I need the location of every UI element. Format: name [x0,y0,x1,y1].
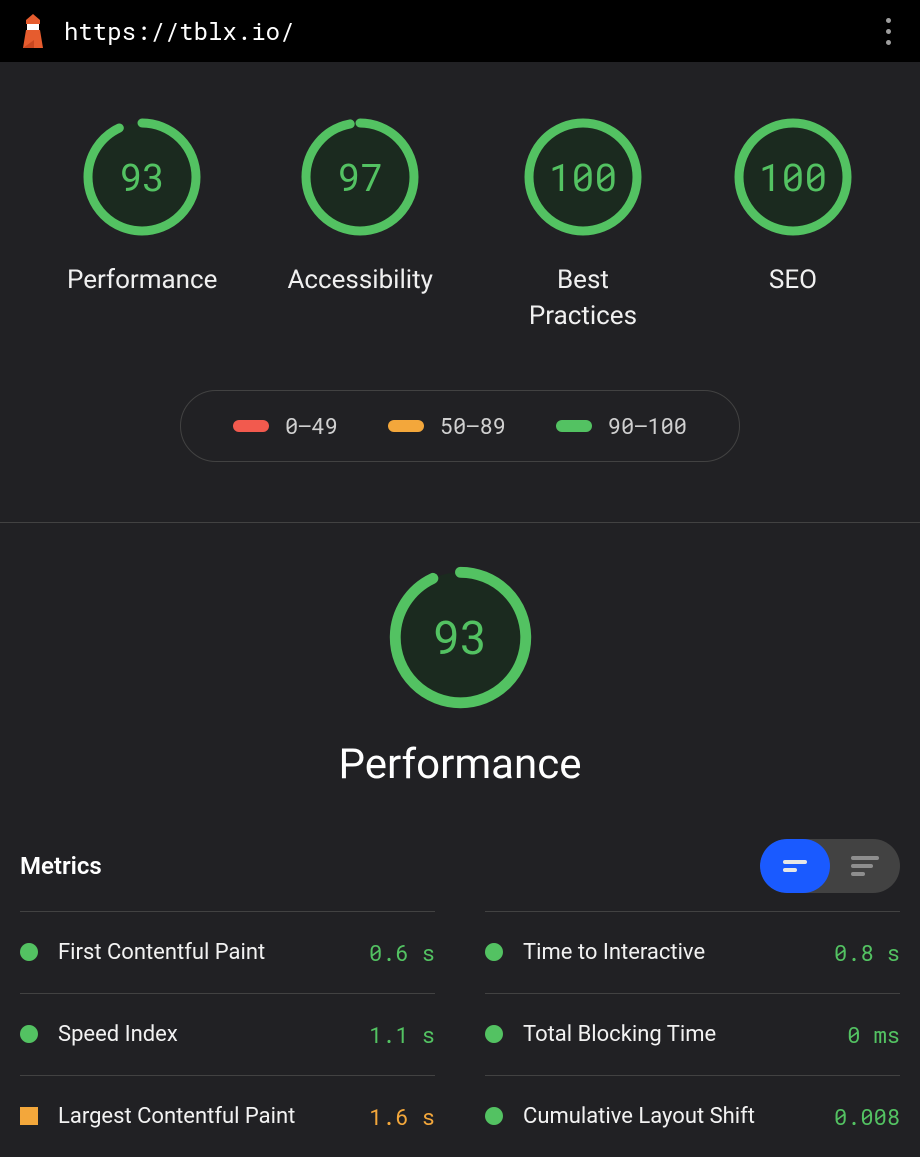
gauge-performance[interactable]: 93 Performance [67,117,217,335]
performance-score-value: 93 [388,565,533,710]
metric-row[interactable]: Time to Interactive 0.8 s [485,911,900,993]
performance-header: 93 Performance [20,565,900,789]
gauge-ring: 100 [523,117,643,237]
score-legend: 0–49 50–89 90–100 [180,390,740,462]
metric-status-icon [20,1025,38,1043]
gauge-label: Best Practices [503,262,663,335]
metric-status-icon [20,1107,38,1125]
metric-value: 0.8 s [834,938,900,967]
metric-value: 0 ms [847,1020,900,1049]
gauge-ring: 93 [82,117,202,237]
metric-name: Cumulative Layout Shift [523,1104,814,1129]
metrics-grid: First Contentful Paint 0.6 s Time to Int… [20,911,900,1157]
legend-range: 0–49 [285,411,338,440]
view-toggle-expanded[interactable] [830,839,900,893]
legend-item: 0–49 [233,411,338,440]
compact-view-icon [783,860,807,872]
metrics-header: Metrics [20,839,900,911]
metric-value: 1.1 s [369,1020,435,1049]
legend-item: 90–100 [556,411,687,440]
legend-swatch [388,420,424,432]
metric-name: Speed Index [58,1022,349,1047]
gauge-ring: 97 [300,117,420,237]
metric-name: First Contentful Paint [58,940,349,965]
metric-value: 1.6 s [369,1102,435,1131]
metric-row[interactable]: First Contentful Paint 0.6 s [20,911,435,993]
more-menu-icon[interactable] [876,13,900,49]
metric-name: Total Blocking Time [523,1022,827,1047]
expanded-view-icon [851,856,879,876]
legend-item: 50–89 [388,411,506,440]
legend-swatch [233,420,269,432]
metric-status-icon [485,943,503,961]
gauge-accessibility[interactable]: 97 Accessibility [287,117,433,335]
header-left: https://tblx.io/ [20,14,294,48]
gauge-value: 100 [733,117,853,237]
metric-status-icon [485,1025,503,1043]
scores-summary: 93 Performance 97 Accessibility 100 Best… [0,62,920,523]
gauge-label: Accessibility [287,262,433,298]
gauge-value: 100 [523,117,643,237]
gauge-label: Performance [67,262,217,298]
metric-status-icon [20,943,38,961]
url-text: https://tblx.io/ [64,15,294,47]
metric-value: 0.008 [834,1102,900,1131]
metric-value: 0.6 s [369,938,435,967]
legend-range: 90–100 [608,411,687,440]
metric-name: Largest Contentful Paint [58,1104,349,1129]
legend-swatch [556,420,592,432]
performance-section: 93 Performance Metrics [0,523,920,1157]
gauge-best-practices[interactable]: 100 Best Practices [503,117,663,335]
metrics-heading: Metrics [20,852,102,880]
gauge-label: SEO [769,262,817,298]
view-toggle-compact[interactable] [760,839,830,893]
gauge-ring: 100 [733,117,853,237]
metric-name: Time to Interactive [523,940,814,965]
gauge-value: 93 [82,117,202,237]
performance-title: Performance [339,740,582,789]
performance-gauge-large: 93 [388,565,533,710]
gauges-row: 93 Performance 97 Accessibility 100 Best… [0,117,920,335]
gauge-value: 97 [300,117,420,237]
header: https://tblx.io/ [0,0,920,62]
view-toggle [760,839,900,893]
metric-row[interactable]: Speed Index 1.1 s [20,993,435,1075]
lighthouse-icon [20,14,46,48]
gauge-seo[interactable]: 100 SEO [733,117,853,335]
metric-status-icon [485,1107,503,1125]
metric-row[interactable]: Total Blocking Time 0 ms [485,993,900,1075]
legend-range: 50–89 [440,411,506,440]
